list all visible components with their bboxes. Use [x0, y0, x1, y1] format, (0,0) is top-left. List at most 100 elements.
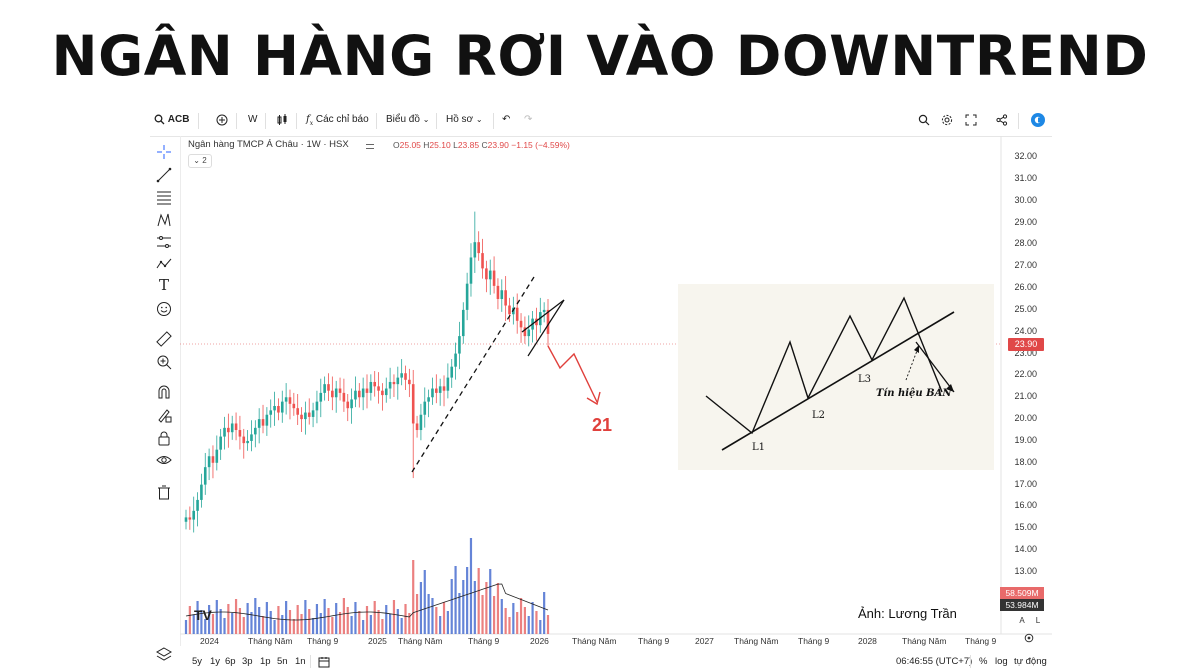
volume-bar [458, 593, 461, 634]
volume-bar [319, 613, 322, 634]
candle-body [331, 390, 334, 398]
volume-bar [527, 616, 530, 634]
candle-body [411, 384, 415, 424]
candle-body [246, 440, 249, 444]
price-tick-label: 31.00 [1014, 172, 1037, 183]
l3-label: L3 [858, 374, 872, 385]
candle-body [465, 283, 469, 310]
candle-body [230, 423, 234, 433]
clock-time[interactable]: 06:46:55 (UTC+7) [896, 656, 972, 667]
candle-body [388, 381, 392, 389]
candle-body [238, 430, 242, 437]
candle-body [327, 384, 330, 391]
range-5d-button[interactable]: 5n [277, 656, 288, 667]
volume-bar [354, 602, 357, 634]
volume-bar [335, 603, 338, 634]
candle-body [319, 392, 323, 402]
volume-bar [238, 608, 242, 634]
candle-body [357, 390, 361, 398]
time-tick-label: 2026 [530, 636, 549, 646]
volume-bar [450, 579, 453, 634]
tv-watermark-logo: TV [194, 607, 213, 623]
price-tick-label: 17.00 [1014, 478, 1037, 489]
time-tick-label: Tháng 9 [468, 636, 500, 646]
range-5y-button[interactable]: 5y [192, 656, 202, 667]
volume-bar [473, 581, 476, 634]
price-tick-label: 15.00 [1014, 522, 1037, 533]
candle-body [481, 253, 484, 269]
volume-bar [381, 619, 384, 634]
volume-bar [269, 611, 272, 634]
volume-bar [331, 617, 334, 634]
candle-body [377, 386, 380, 391]
candle-body [461, 309, 465, 337]
candle-body [404, 373, 407, 380]
candle-body [485, 268, 488, 280]
auto-scale-button[interactable]: A [1016, 615, 1028, 627]
range-1d-button[interactable]: 1n [295, 656, 306, 667]
candle-body [369, 381, 373, 393]
volume-bar [369, 615, 372, 634]
candle-body [384, 388, 388, 396]
candle-body [496, 285, 500, 299]
log-toggle[interactable]: log [995, 656, 1008, 667]
time-tick-label: Tháng Năm [902, 636, 947, 646]
candle-body [450, 366, 454, 378]
percent-toggle[interactable]: % [979, 656, 987, 667]
volume-bar [211, 614, 215, 634]
price-axis[interactable]: 32.00 31.00 30.00 29.00 28.00 27.00 26.00 25.00… [1002, 136, 1052, 636]
candle-body [427, 397, 430, 402]
photo-credit: Ảnh: Lương Trần [858, 606, 957, 621]
axis-settings-icon[interactable] [1024, 633, 1034, 643]
candle-body [311, 410, 315, 417]
candle-body [203, 467, 207, 485]
time-tick-label: Tháng Năm [572, 636, 617, 646]
volume-bar [435, 607, 438, 634]
candle-body [392, 381, 396, 385]
candle-body [488, 270, 492, 280]
candle-body [292, 403, 296, 409]
volume-bar [431, 598, 434, 634]
volume-tag-avg: 53.984M [1000, 599, 1044, 611]
range-1y-button[interactable]: 1y [210, 656, 220, 667]
volume-bar [543, 592, 546, 634]
volume-bar [446, 611, 449, 634]
candle-body [192, 510, 196, 520]
volume-bar [439, 616, 442, 634]
volume-bar [412, 560, 415, 634]
volume-bar [231, 613, 234, 634]
volume-bar [500, 599, 503, 634]
calendar-icon[interactable] [318, 656, 330, 668]
candle-body [423, 401, 427, 415]
range-1m-button[interactable]: 1p [260, 656, 271, 667]
price-tick-label: 14.00 [1014, 544, 1037, 555]
candle-body [257, 419, 261, 428]
volume-bar [535, 611, 538, 634]
volume-bar [184, 620, 188, 634]
candle-body [500, 290, 504, 299]
candle-body [207, 456, 211, 468]
volume-bar [300, 614, 303, 634]
candle-body [342, 392, 346, 402]
range-6m-button[interactable]: 6p [225, 656, 236, 667]
price-tick-label: 32.00 [1014, 151, 1037, 161]
candle-body [265, 414, 269, 426]
range-3m-button[interactable]: 3p [242, 656, 253, 667]
price-tick-label: 16.00 [1014, 500, 1037, 511]
headline: NGÂN HÀNG RƠI VÀO DOWNTREND [51, 24, 1149, 88]
forecast-arrow [547, 345, 598, 403]
auto-toggle[interactable]: tự động [1014, 656, 1047, 667]
volume-bar [292, 619, 295, 634]
volume-bar [466, 567, 469, 634]
log-scale-button[interactable]: L [1032, 615, 1044, 627]
volume-bar [227, 604, 230, 634]
candle-body [454, 353, 457, 367]
price-tick-label: 22.00 [1014, 369, 1037, 380]
time-tick-label: Tháng 9 [638, 636, 670, 646]
signal-pointer [905, 347, 919, 381]
volume-bar [504, 608, 507, 634]
volume-bar [277, 606, 280, 634]
time-tick-label: Tháng 9 [798, 636, 830, 646]
candle-body [431, 388, 434, 398]
volume-bar [423, 570, 426, 634]
